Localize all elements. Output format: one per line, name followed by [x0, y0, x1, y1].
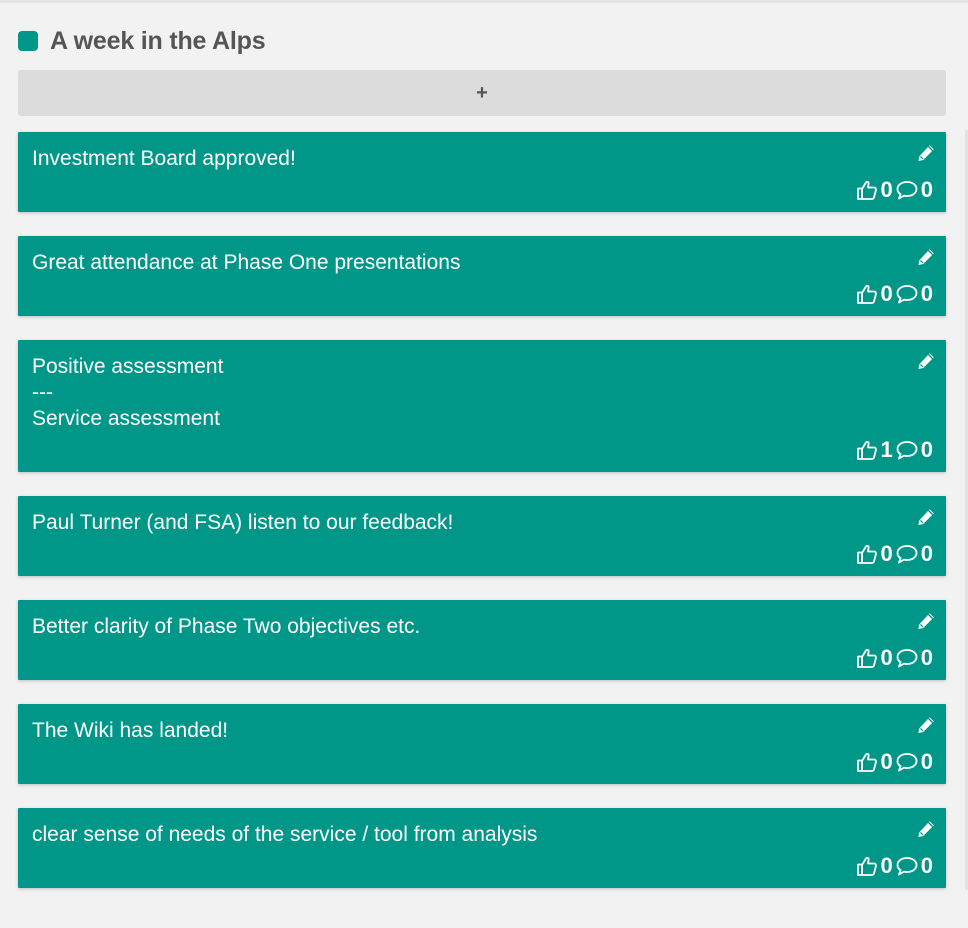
card-text: Positive assessment --- Service assessme… [32, 355, 224, 430]
pencil-icon[interactable] [916, 143, 936, 163]
vote-button[interactable]: 0 [855, 749, 895, 775]
thumbs-up-icon [856, 284, 877, 304]
pencil-icon[interactable] [916, 715, 936, 735]
comment-button[interactable]: 0 [895, 645, 935, 671]
thumbs-up-icon [856, 180, 877, 200]
retro-card[interactable]: clear sense of needs of the service / to… [18, 808, 946, 888]
comment-button[interactable]: 0 [895, 437, 935, 463]
pencil-icon[interactable] [916, 351, 936, 371]
pencil-icon[interactable] [916, 247, 936, 267]
card-footer: 0 0 [855, 749, 936, 775]
speech-bubble-icon [896, 441, 918, 460]
speech-bubble-icon [896, 285, 918, 304]
pencil-icon[interactable] [916, 611, 936, 631]
retro-card[interactable]: Paul Turner (and FSA) listen to our feed… [18, 496, 946, 576]
vote-count: 0 [880, 541, 893, 566]
retro-card[interactable]: Positive assessment --- Service assessme… [18, 340, 946, 472]
comment-button[interactable]: 0 [895, 853, 935, 879]
card-text: Better clarity of Phase Two objectives e… [32, 615, 421, 638]
column-header: A week in the Alps [18, 22, 946, 60]
speech-bubble-icon [896, 181, 918, 200]
comment-count: 0 [920, 177, 933, 202]
pencil-icon[interactable] [916, 507, 936, 527]
thumbs-up-icon [856, 856, 877, 876]
card-text: Paul Turner (and FSA) listen to our feed… [32, 511, 454, 534]
vote-button[interactable]: 1 [855, 437, 895, 463]
column-color-swatch [18, 31, 38, 51]
speech-bubble-icon [896, 649, 918, 668]
top-border [0, 0, 968, 3]
card-text: The Wiki has landed! [32, 719, 229, 742]
vote-button[interactable]: 0 [855, 645, 895, 671]
vote-count: 0 [880, 281, 893, 306]
comment-count: 0 [920, 749, 933, 774]
card-footer: 0 0 [855, 177, 936, 203]
retro-card[interactable]: Investment Board approved! 0 0 [18, 132, 946, 212]
card-list: Investment Board approved! 0 0 Great att… [18, 132, 946, 888]
comment-button[interactable]: 0 [895, 749, 935, 775]
pencil-icon[interactable] [916, 819, 936, 839]
vote-button[interactable]: 0 [855, 853, 895, 879]
thumbs-up-icon [856, 544, 877, 564]
comment-count: 0 [920, 437, 933, 462]
card-footer: 0 0 [855, 853, 936, 879]
vote-count: 0 [880, 853, 893, 878]
card-text: Investment Board approved! [32, 147, 296, 170]
comment-button[interactable]: 0 [895, 281, 935, 307]
comment-count: 0 [920, 853, 933, 878]
comment-count: 0 [920, 541, 933, 566]
card-footer: 1 0 [855, 437, 936, 463]
column-title: A week in the Alps [50, 26, 266, 55]
retro-card[interactable]: The Wiki has landed! 0 0 [18, 704, 946, 784]
speech-bubble-icon [896, 857, 918, 876]
card-text: Great attendance at Phase One presentati… [32, 251, 461, 274]
speech-bubble-icon [896, 753, 918, 772]
vote-button[interactable]: 0 [855, 281, 895, 307]
retro-card[interactable]: Great attendance at Phase One presentati… [18, 236, 946, 316]
comment-button[interactable]: 0 [895, 177, 935, 203]
add-card-label: + [476, 81, 488, 104]
retro-card[interactable]: Better clarity of Phase Two objectives e… [18, 600, 946, 680]
comment-count: 0 [920, 281, 933, 306]
card-footer: 0 0 [855, 645, 936, 671]
card-text: clear sense of needs of the service / to… [32, 823, 538, 846]
vote-count: 0 [880, 749, 893, 774]
retro-column: A week in the Alps + Investment Board ap… [18, 22, 946, 888]
thumbs-up-icon [856, 752, 877, 772]
card-footer: 0 0 [855, 541, 936, 567]
card-footer: 0 0 [855, 281, 936, 307]
speech-bubble-icon [896, 545, 918, 564]
vote-button[interactable]: 0 [855, 177, 895, 203]
comment-button[interactable]: 0 [895, 541, 935, 567]
vote-count: 1 [880, 437, 893, 462]
thumbs-up-icon [856, 648, 877, 668]
vote-count: 0 [880, 645, 893, 670]
comment-count: 0 [920, 645, 933, 670]
vote-count: 0 [880, 177, 893, 202]
add-card-button[interactable]: + [18, 70, 946, 116]
thumbs-up-icon [856, 440, 877, 460]
vote-button[interactable]: 0 [855, 541, 895, 567]
